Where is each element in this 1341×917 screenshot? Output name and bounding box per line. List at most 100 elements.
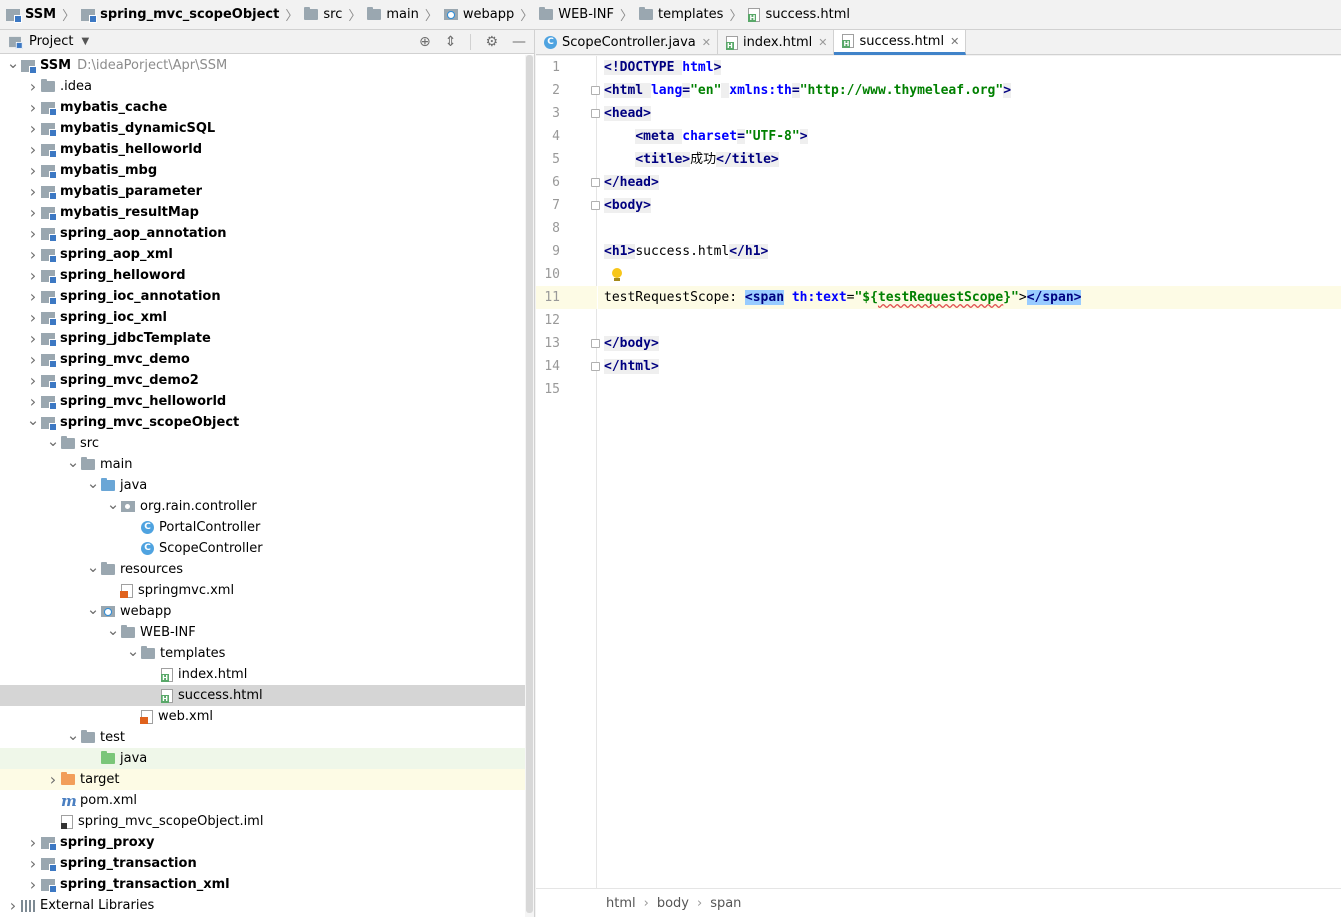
tree-item[interactable]: ⌄ src [0,432,534,454]
tree-item[interactable]: › mybatis_dynamicSQL [0,118,534,139]
scrollbar-thumb[interactable] [526,55,533,913]
editor-tab[interactable]: success.html ✕ [834,30,967,55]
code-line[interactable]: <h1>success.html</h1> [598,240,1341,263]
code-line[interactable]: <!DOCTYPE html> [598,56,1341,79]
chevron-down-icon[interactable]: ⌄ [85,600,101,618]
tree-item[interactable]: › spring_mvc_demo2 [0,370,534,391]
intention-bulb-icon[interactable] [611,268,623,282]
chevron-right-icon[interactable]: › [25,98,41,117]
tree-vertical-scrollbar[interactable] [525,55,534,917]
tree-item[interactable]: ⌄ spring_mvc_scopeObject [0,411,534,433]
tree-item[interactable]: › target [0,769,534,790]
code-line[interactable] [598,217,1341,240]
tree-item[interactable]: ⌄ test [0,726,534,748]
chevron-right-icon[interactable]: › [25,371,41,390]
tree-item[interactable]: › spring_mvc_helloworld [0,391,534,412]
close-icon[interactable]: ✕ [950,35,959,48]
chevron-right-icon[interactable]: › [25,77,41,96]
chevron-down-icon[interactable]: ⌄ [65,453,81,471]
code-line[interactable] [598,378,1341,401]
tree-item[interactable]: › spring_jdbcTemplate [0,328,534,349]
structure-crumb[interactable]: html [606,896,636,911]
chevron-right-icon[interactable]: › [25,140,41,159]
tree-item[interactable]: success.html [0,685,534,706]
breadcrumb-item[interactable]: src [302,0,344,29]
code-line[interactable]: </body> [598,332,1341,355]
chevron-right-icon[interactable]: › [45,770,61,789]
tree-item[interactable]: › spring_ioc_xml [0,307,534,328]
project-view-selector[interactable]: Project ▼ [8,34,89,49]
tree-item[interactable]: › mybatis_cache [0,97,534,118]
locate-icon[interactable]: ⊕ [419,34,431,50]
tree-item[interactable]: › spring_helloword [0,265,534,286]
tree-item[interactable]: ⌄ templates [0,642,534,664]
code-line[interactable]: <body> [598,194,1341,217]
tree-item[interactable]: › mybatis_resultMap [0,202,534,223]
code-line[interactable]: <head> [598,102,1341,125]
code-line[interactable]: <meta charset="UTF-8"> [598,125,1341,148]
breadcrumb-item[interactable]: SSM [4,0,58,29]
chevron-right-icon[interactable]: › [25,203,41,222]
breadcrumb-item[interactable]: success.html [746,0,852,29]
tree-item[interactable]: › .idea [0,76,534,97]
chevron-down-icon[interactable]: ⌄ [25,411,41,429]
chevron-right-icon[interactable]: › [25,245,41,264]
tree-item[interactable]: › spring_transaction_xml [0,874,534,895]
structure-crumb[interactable]: body [657,896,689,911]
tree-item[interactable]: › mybatis_mbg [0,160,534,181]
chevron-right-icon[interactable]: › [25,161,41,180]
code-line[interactable]: testRequestScope: <span th:text="${testR… [598,286,1341,309]
tree-item[interactable]: springmvc.xml [0,580,534,601]
code-line[interactable]: <title>成功</title> [598,148,1341,171]
tree-item[interactable]: › External Libraries [0,895,534,916]
chevron-down-icon[interactable]: ⌄ [85,474,101,492]
chevron-down-icon[interactable]: ⌄ [65,726,81,744]
tree-item[interactable]: ⌄ resources [0,558,534,580]
tree-item[interactable]: › spring_aop_xml [0,244,534,265]
chevron-right-icon[interactable]: › [25,350,41,369]
tree-item[interactable]: ⌄ WEB-INF [0,621,534,643]
tree-item[interactable]: › spring_proxy [0,832,534,853]
breadcrumb-item[interactable]: spring_mvc_scopeObject [79,0,281,29]
tree-item[interactable]: C PortalController [0,517,534,538]
chevron-down-icon[interactable]: ⌄ [125,642,141,660]
chevron-right-icon[interactable]: › [25,287,41,306]
breadcrumb-item[interactable]: templates [637,0,725,29]
tree-item[interactable]: m pom.xml [0,790,534,811]
chevron-down-icon[interactable]: ⌄ [85,558,101,576]
chevron-right-icon[interactable]: › [25,308,41,327]
breadcrumb-item[interactable]: main [365,0,420,29]
close-icon[interactable]: ✕ [702,36,711,49]
code-line[interactable] [598,309,1341,332]
code-line[interactable]: </head> [598,171,1341,194]
chevron-down-icon[interactable]: ⌄ [45,432,61,450]
code-line[interactable]: <html lang="en" xmlns:th="http://www.thy… [598,79,1341,102]
chevron-right-icon[interactable]: › [25,833,41,852]
chevron-down-icon[interactable]: ⌄ [105,495,121,513]
tree-item[interactable]: › mybatis_helloworld [0,139,534,160]
editor-tab[interactable]: index.html ✕ [718,30,835,55]
chevron-right-icon[interactable]: › [5,896,21,915]
chevron-right-icon[interactable]: › [25,119,41,138]
breadcrumb-item[interactable]: WEB-INF [537,0,616,29]
tree-item[interactable]: java [0,748,534,769]
tree-item[interactable]: ⌄ main [0,453,534,475]
chevron-right-icon[interactable]: › [25,224,41,243]
chevron-right-icon[interactable]: › [25,392,41,411]
tree-item[interactable]: web.xml [0,706,534,727]
chevron-right-icon[interactable]: › [25,854,41,873]
tree-item[interactable]: ⌄ java [0,474,534,496]
chevron-down-icon[interactable]: ⌄ [105,621,121,639]
tree-item[interactable]: › spring_transaction [0,853,534,874]
close-icon[interactable]: ✕ [818,36,827,49]
chevron-right-icon[interactable]: › [25,182,41,201]
gear-icon[interactable]: ⚙ [485,34,498,50]
tree-item[interactable]: spring_mvc_scopeObject.iml [0,811,534,832]
tree-item[interactable]: ⌄ webapp [0,600,534,622]
editor-tab[interactable]: C ScopeController.java ✕ [536,30,718,55]
code-line[interactable]: </html> [598,355,1341,378]
tree-item[interactable]: index.html [0,664,534,685]
tree-item[interactable]: › spring_aop_annotation [0,223,534,244]
tree-item[interactable]: ⌄ SSM D:\ideaPorject\Apr\SSM [0,54,534,76]
chevron-down-icon[interactable]: ▼ [81,36,89,47]
